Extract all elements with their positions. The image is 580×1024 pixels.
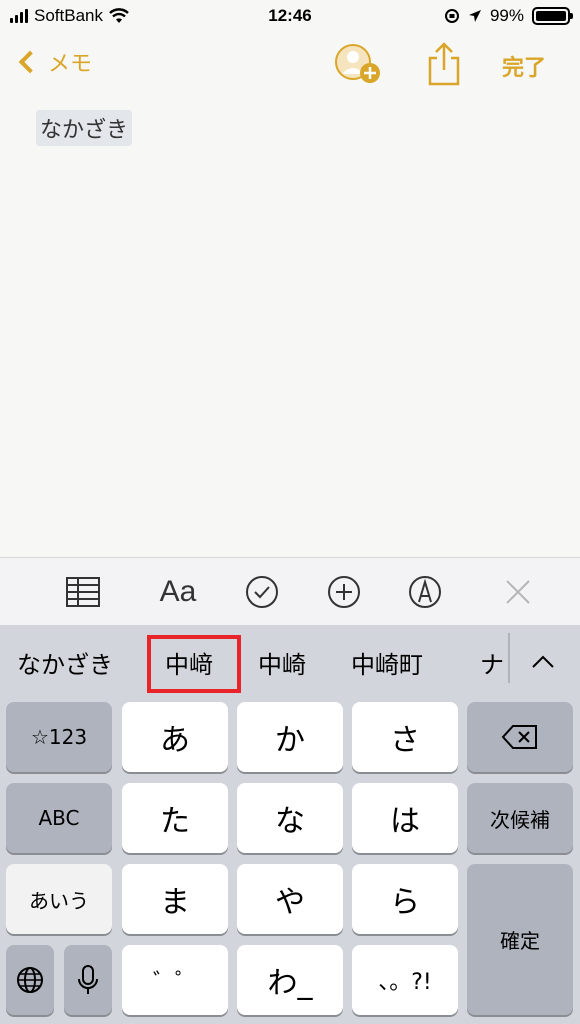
checklist-button[interactable] <box>242 572 282 612</box>
key-a[interactable]: あ <box>122 702 228 772</box>
battery-fill <box>536 11 566 21</box>
key-ma-label: ま <box>160 885 190 920</box>
chevron-left-icon <box>18 50 42 74</box>
rotation-lock-icon <box>444 9 459 23</box>
key-ma[interactable]: ま <box>122 864 228 934</box>
close-button[interactable] <box>498 572 538 612</box>
next-candidate-key[interactable]: 次候補 <box>467 783 573 853</box>
status-right: 99% <box>444 6 573 26</box>
key-ya-label: や <box>275 885 305 920</box>
add-button[interactable] <box>324 572 364 612</box>
status-bar: SoftBank 12:46 99% <box>0 0 580 32</box>
back-button[interactable]: メモ <box>14 46 92 78</box>
delete-icon <box>501 725 537 749</box>
key-ha-label: は <box>390 804 420 839</box>
key-na[interactable]: な <box>237 783 343 853</box>
globe-icon <box>17 967 43 993</box>
markup-button[interactable] <box>405 572 445 612</box>
battery-percent: 99% <box>489 6 524 25</box>
battery-icon <box>532 7 573 25</box>
wifi-icon <box>109 8 129 23</box>
expand-candidates-button[interactable] <box>528 647 558 677</box>
signal-icon <box>10 9 28 23</box>
key-ra[interactable]: ら <box>352 864 458 934</box>
numbers-key[interactable]: ☆123 <box>6 702 112 772</box>
key-ka-label: か <box>275 723 305 758</box>
key-sa[interactable]: さ <box>352 702 458 772</box>
candidate-bar: なかざき 中﨑 中崎 中崎町 ナ <box>0 625 580 701</box>
back-label: メモ <box>48 52 93 77</box>
candidate-item[interactable]: なかざき <box>17 645 113 680</box>
share-icon <box>428 42 460 86</box>
done-button[interactable]: 完了 <box>502 50 546 82</box>
key-punctuation-label: 、。?! <box>378 970 432 995</box>
microphone-key[interactable] <box>64 945 112 1015</box>
next-candidate-label: 次候補 <box>490 807 550 832</box>
table-button[interactable] <box>63 572 103 612</box>
note-body[interactable]: なかざき <box>0 96 580 556</box>
add-person-icon <box>335 44 380 83</box>
share-button[interactable] <box>426 42 462 86</box>
candidate-item-selected[interactable]: 中﨑 <box>165 645 213 680</box>
globe-key[interactable] <box>6 945 54 1015</box>
add-icon <box>328 576 360 608</box>
table-icon <box>66 577 100 607</box>
numbers-key-label: ☆123 <box>30 725 88 749</box>
confirm-key[interactable]: 確定 <box>467 864 573 1015</box>
add-person-button[interactable] <box>333 42 381 86</box>
key-ra-label: ら <box>390 885 420 920</box>
format-toolbar: Aa <box>0 557 580 625</box>
key-dakuten[interactable]: ゛゜ <box>122 945 228 1015</box>
kana-key-label: あいう <box>29 888 89 913</box>
location-icon <box>468 10 481 22</box>
candidate-item[interactable]: ナ <box>480 645 508 680</box>
keyboard: ☆123 ABC あいう あ か さ た な は ま や ら ゛゜ わ_ 、。?… <box>0 701 580 1024</box>
confirm-label: 確定 <box>500 929 540 953</box>
key-ta-label: た <box>160 804 190 839</box>
key-a-label: あ <box>160 723 190 758</box>
key-wa-label: わ_ <box>267 966 313 1001</box>
abc-key-label: ABC <box>38 806 80 830</box>
key-ya[interactable]: や <box>237 864 343 934</box>
key-ta[interactable]: た <box>122 783 228 853</box>
microphone-icon <box>78 965 98 994</box>
key-dakuten-label: ゛゜ <box>152 970 197 995</box>
status-left: SoftBank <box>10 6 129 26</box>
delete-key[interactable] <box>467 702 573 772</box>
key-sa-label: さ <box>390 723 420 758</box>
abc-key[interactable]: ABC <box>6 783 112 853</box>
candidate-item[interactable]: 中崎町 <box>351 645 423 680</box>
carrier-label: SoftBank <box>34 6 103 25</box>
chevron-up-icon <box>532 655 554 668</box>
checklist-icon <box>246 576 278 608</box>
key-ha[interactable]: は <box>352 783 458 853</box>
candidate-divider <box>508 633 510 683</box>
markup-icon <box>409 576 441 608</box>
format-button[interactable]: Aa <box>152 572 204 612</box>
close-icon <box>506 580 530 604</box>
key-wa[interactable]: わ_ <box>237 945 343 1015</box>
key-ka[interactable]: か <box>237 702 343 772</box>
candidate-item[interactable]: 中崎 <box>258 645 306 680</box>
key-punctuation[interactable]: 、。?! <box>352 945 458 1015</box>
key-na-label: な <box>275 804 305 839</box>
nav-bar: メモ 完了 <box>0 32 580 96</box>
kana-key[interactable]: あいう <box>6 864 112 934</box>
note-marked-text: なかざき <box>36 110 133 146</box>
